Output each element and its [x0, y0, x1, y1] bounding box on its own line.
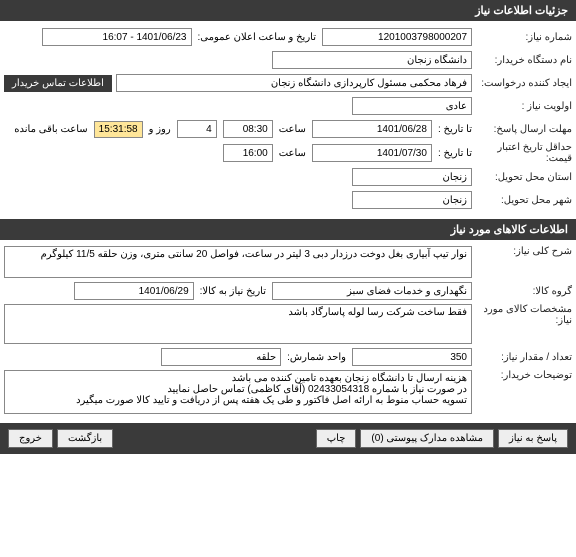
- goods-info-header: اطلاعات کالاهای مورد نیاز: [0, 219, 576, 240]
- days-remaining: 4: [177, 120, 217, 138]
- exit-button[interactable]: خروج: [8, 429, 53, 448]
- credit-min-label: حداقل تاریخ اعتبار قیمت:: [472, 142, 572, 164]
- city-label: شهر محل تحویل:: [472, 195, 572, 206]
- print-button[interactable]: چاپ: [316, 429, 357, 448]
- spec-label: مشخصات کالای مورد نیاز:: [472, 304, 572, 326]
- notes-value: هزینه ارسال تا دانشگاه زنجان بعهده تامین…: [4, 370, 472, 414]
- footer-bar: پاسخ به نیاز مشاهده مدارک پیوستی (0) چاپ…: [0, 423, 576, 454]
- desc-value: نوار تیپ آبیاری بغل دوخت درزدار دبی 3 لی…: [4, 246, 472, 278]
- desc-label: شرح کلی نیاز:: [472, 246, 572, 257]
- notes-label: توضیحات خریدار:: [472, 370, 572, 381]
- days-label: روز و: [143, 124, 177, 135]
- attachments-button[interactable]: مشاهده مدارک پیوستی (0): [360, 429, 494, 448]
- back-button[interactable]: بازگشت: [57, 429, 113, 448]
- priority-value: عادی: [352, 97, 472, 115]
- contact-buyer-button[interactable]: اطلاعات تماس خریدار: [4, 75, 112, 92]
- need-number-label: شماره نیاز:: [472, 32, 572, 43]
- creator-value: فرهاد محکمی مسئول کارپردازی دانشگاه زنجا…: [116, 74, 472, 92]
- creator-label: ایجاد کننده درخواست:: [472, 78, 572, 89]
- priority-label: اولویت نیاز :: [472, 101, 572, 112]
- goods-info-body: شرح کلی نیاز: نوار تیپ آبیاری بغل دوخت د…: [0, 240, 576, 423]
- group-label: گروه کالا:: [472, 286, 572, 297]
- remaining-label: ساعت باقی مانده: [8, 124, 93, 135]
- to-date-label-1: تا تاریخ :: [432, 124, 472, 135]
- deadline-date: 1401/06/28: [312, 120, 432, 138]
- credit-time-label: ساعت: [273, 148, 312, 159]
- buyer-label: نام دستگاه خریدار:: [472, 55, 572, 66]
- remaining-time: 15:31:58: [94, 121, 143, 138]
- province-value: زنجان: [352, 168, 472, 186]
- deadline-time: 08:30: [223, 120, 273, 138]
- credit-date: 1401/07/30: [312, 144, 432, 162]
- province-label: استان محل تحویل:: [472, 172, 572, 183]
- unit-value: حلقه: [161, 348, 281, 366]
- need-info-header: جزئیات اطلاعات نیاز: [0, 0, 576, 21]
- unit-label: واحد شمارش:: [281, 352, 352, 363]
- need-number-value: 1201003798000207: [322, 28, 472, 46]
- buyer-value: دانشگاه زنجان: [272, 51, 472, 69]
- qty-label: تعداد / مقدار نیاز:: [472, 352, 572, 363]
- qty-value: 350: [352, 348, 472, 366]
- announce-label: تاریخ و ساعت اعلان عمومی:: [192, 32, 323, 43]
- spec-value: فقط ساخت شرکت رسا لوله پاسارگاد باشد: [4, 304, 472, 344]
- to-date-label-2: تا تاریخ :: [432, 148, 472, 159]
- group-value: نگهداری و خدمات فضای سبز: [272, 282, 472, 300]
- need-info-body: شماره نیاز: 1201003798000207 تاریخ و ساع…: [0, 21, 576, 219]
- deadline-time-label: ساعت: [273, 124, 312, 135]
- need-date-value: 1401/06/29: [74, 282, 194, 300]
- respond-button[interactable]: پاسخ به نیاز: [498, 429, 568, 448]
- city-value: زنجان: [352, 191, 472, 209]
- deadline-label: مهلت ارسال پاسخ:: [472, 124, 572, 135]
- credit-time: 16:00: [223, 144, 273, 162]
- announce-value: 1401/06/23 - 16:07: [42, 28, 192, 46]
- need-date-label: تاریخ نیاز به کالا:: [194, 286, 272, 297]
